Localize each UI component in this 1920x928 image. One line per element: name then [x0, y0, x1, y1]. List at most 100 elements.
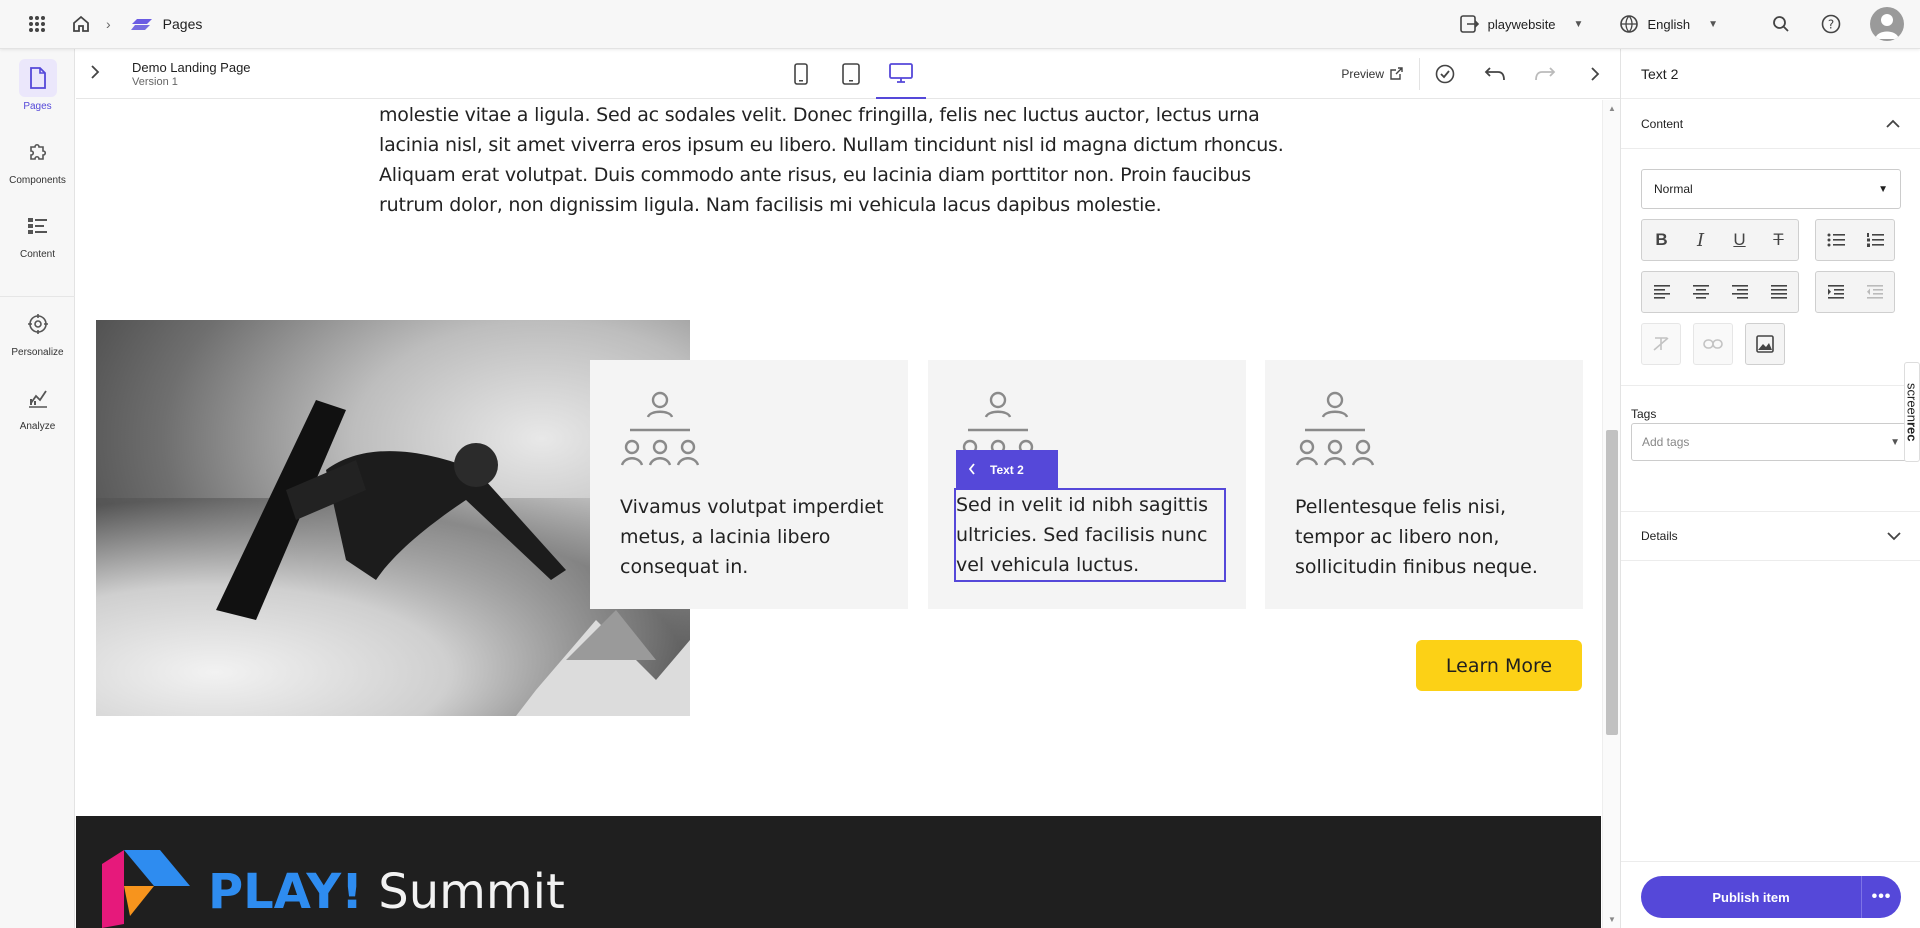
chevron-left-icon[interactable] — [968, 462, 976, 478]
rail-item-personalize[interactable]: Personalize — [0, 305, 75, 358]
page-title-block[interactable]: Demo Landing Page Version 1 — [132, 60, 251, 88]
external-link-icon — [1390, 67, 1403, 80]
card-text[interactable]: Vivamus volutpat imperdiet metus, a laci… — [620, 492, 890, 582]
selected-component-label: Text 2 — [990, 463, 1024, 477]
tags-placeholder: Add tags — [1642, 435, 1690, 449]
numbered-list-icon — [1866, 233, 1884, 247]
canvas-scrollbar[interactable]: ▲ ▼ — [1602, 100, 1620, 928]
device-tablet-button[interactable] — [826, 49, 876, 99]
insert-image-button[interactable] — [1745, 323, 1785, 365]
tags-input[interactable]: Add tags ▼ — [1631, 423, 1911, 461]
indent-group — [1815, 271, 1895, 313]
redo-button[interactable] — [1520, 49, 1570, 99]
indent-button[interactable] — [1816, 272, 1855, 312]
target-icon — [19, 305, 57, 343]
language-selector[interactable]: English ▼ — [1619, 14, 1718, 34]
validate-button[interactable] — [1420, 49, 1470, 99]
outdent-button[interactable] — [1855, 272, 1894, 312]
selected-component-tag[interactable]: Text 2 — [956, 450, 1058, 490]
chevron-right-icon[interactable] — [90, 65, 120, 82]
chevron-right-icon — [1591, 66, 1600, 81]
align-left-button[interactable] — [1642, 272, 1681, 312]
rail-item-analyze[interactable]: Analyze — [0, 379, 75, 432]
check-circle-icon — [1435, 64, 1455, 83]
scroll-up-icon[interactable]: ▲ — [1608, 104, 1616, 113]
rail-item-pages[interactable]: Pages — [0, 59, 75, 112]
publish-more-button[interactable]: ••• — [1861, 876, 1901, 918]
chart-icon — [19, 379, 57, 417]
collapse-panel-button[interactable] — [1570, 49, 1620, 99]
rail-label: Personalize — [11, 347, 64, 358]
puzzle-icon — [19, 133, 57, 171]
pages-logo-icon — [130, 16, 153, 32]
chevron-up-icon — [1886, 119, 1900, 128]
underline-button[interactable]: U — [1720, 220, 1759, 260]
chevron-right-icon: › — [106, 16, 111, 32]
globe-icon — [1620, 15, 1639, 33]
device-switcher — [776, 49, 926, 99]
screenrec-badge[interactable]: screen rec — [1904, 362, 1920, 462]
publish-item-button[interactable]: Publish item — [1641, 876, 1861, 918]
breadcrumb-pages[interactable]: Pages — [163, 16, 203, 32]
desktop-icon — [889, 63, 913, 83]
body-paragraph[interactable]: molestie vitae a ligula. Sed ac sodales … — [379, 100, 1309, 220]
home-icon[interactable] — [70, 13, 92, 35]
content-section-label: Content — [1641, 116, 1684, 131]
redo-icon — [1535, 66, 1556, 80]
undo-icon — [1484, 66, 1505, 80]
text-format-select[interactable]: Normal ▼ — [1641, 169, 1901, 209]
details-section: Details — [1621, 511, 1920, 561]
bulleted-list-button[interactable] — [1816, 220, 1855, 260]
rail-label: Components — [9, 175, 66, 186]
undo-button[interactable] — [1470, 49, 1520, 99]
rail-item-content[interactable]: Content — [0, 207, 75, 260]
device-mobile-button[interactable] — [776, 49, 826, 99]
align-center-button[interactable] — [1681, 272, 1720, 312]
numbered-list-button[interactable] — [1855, 220, 1894, 260]
rail-item-components[interactable]: Components — [0, 133, 75, 186]
left-rail: Pages Components Content Personalize Ana… — [0, 49, 75, 928]
publish-control: Publish item ••• — [1641, 876, 1901, 918]
rail-divider — [0, 296, 75, 297]
scroll-down-icon[interactable]: ▼ — [1608, 915, 1616, 924]
site-switch-icon — [1459, 15, 1479, 33]
page-canvas: molestie vitae a ligula. Sed ac sodales … — [76, 100, 1601, 928]
link-button[interactable] — [1693, 323, 1733, 365]
avatar[interactable] — [1870, 7, 1904, 41]
card-text[interactable]: Pellentesque felis nisi, tempor ac liber… — [1295, 492, 1565, 582]
details-section-header[interactable]: Details — [1621, 511, 1920, 561]
strikethrough-button[interactable]: T — [1759, 220, 1798, 260]
rail-label: Content — [19, 249, 56, 260]
brand-play: PLAY! — [208, 864, 363, 920]
search-icon[interactable] — [1770, 13, 1792, 35]
divider — [1621, 861, 1920, 862]
align-right-icon — [1731, 285, 1748, 299]
italic-button[interactable]: I — [1681, 220, 1720, 260]
editor-header: Demo Landing Page Version 1 Preview — [76, 49, 1620, 99]
rail-label: Pages — [23, 101, 52, 112]
site-selector[interactable]: playwebsite ▼ — [1459, 15, 1583, 33]
learn-more-button[interactable]: Learn More — [1416, 640, 1582, 691]
page-version: Version 1 — [132, 75, 178, 88]
brand-summit: Summit — [378, 864, 565, 920]
justify-icon — [1770, 285, 1787, 299]
feature-card[interactable]: Pellentesque felis nisi, tempor ac liber… — [1265, 360, 1583, 609]
feature-card[interactable]: Vivamus volutpat imperdiet metus, a laci… — [590, 360, 908, 609]
outdent-icon — [1866, 285, 1883, 299]
preview-button[interactable]: Preview — [1341, 67, 1403, 81]
page-title: Demo Landing Page — [132, 59, 251, 75]
text-format-value: Normal — [1654, 182, 1693, 196]
scrollbar-thumb[interactable] — [1606, 430, 1618, 735]
device-desktop-button[interactable] — [876, 49, 926, 99]
align-right-button[interactable] — [1720, 272, 1759, 312]
properties-panel: Text 2 Content Normal ▼ B I U T Tags Add… — [1620, 49, 1920, 928]
clear-format-button[interactable] — [1641, 323, 1681, 365]
content-section-header[interactable]: Content — [1621, 99, 1920, 149]
justify-button[interactable] — [1759, 272, 1798, 312]
tablet-icon — [842, 63, 860, 85]
selected-card-text[interactable]: Sed in velit id nibh sagittis ultricies.… — [954, 488, 1226, 582]
help-icon[interactable]: ? — [1820, 13, 1842, 35]
bold-button[interactable]: B — [1642, 220, 1681, 260]
panel-title: Text 2 — [1621, 49, 1920, 99]
app-switcher-icon[interactable] — [24, 11, 50, 37]
